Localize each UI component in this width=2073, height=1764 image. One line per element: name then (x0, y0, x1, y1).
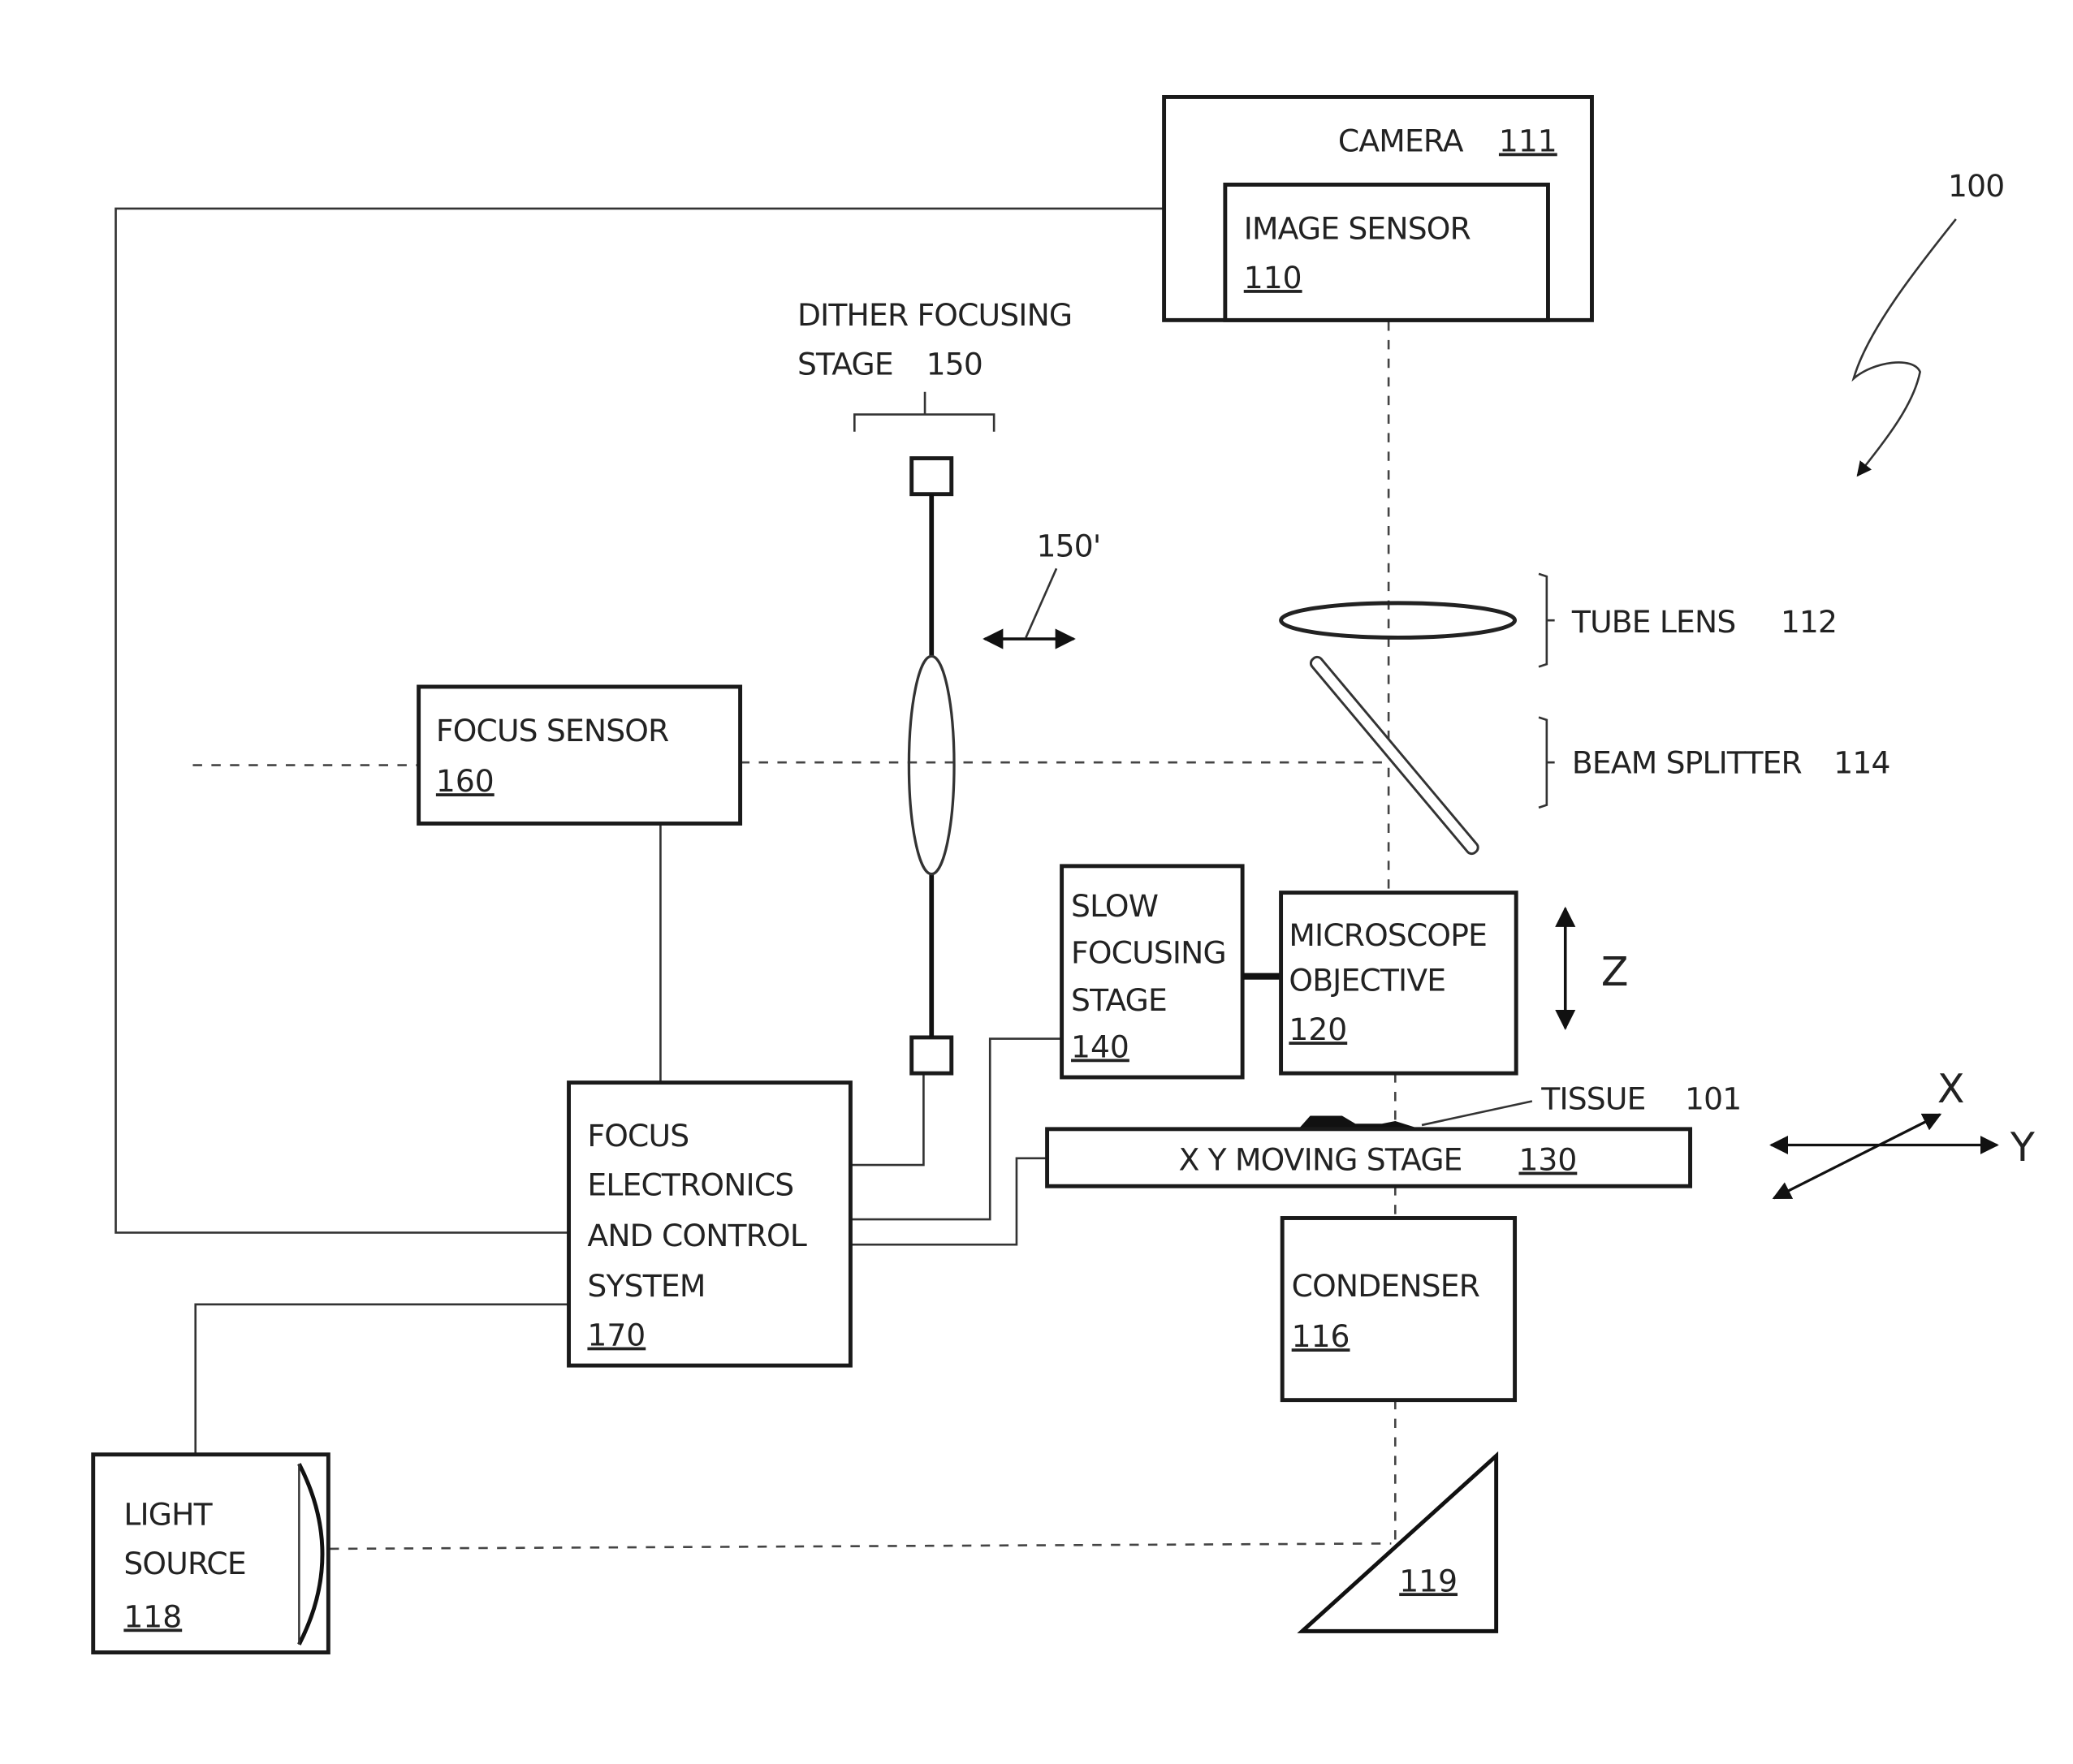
slow-stage-ref: 140 (1071, 1029, 1129, 1064)
camera-label: CAMERA (1338, 123, 1464, 159)
tube-lens-label: TUBE LENS (1571, 604, 1735, 640)
system-ref-leader (1851, 218, 1957, 477)
system-ref: 100 (1948, 168, 2004, 204)
dither-label-1: DITHER FOCUSING (797, 297, 1072, 333)
objective-ref: 120 (1289, 1011, 1347, 1047)
control-line3: AND CONTROL (587, 1218, 806, 1253)
dither-motion-ref: 150' (1037, 528, 1101, 564)
control-line2: ELECTRONICS (587, 1167, 793, 1203)
dither-bracket (853, 391, 995, 432)
tissue-ref: 101 (1685, 1080, 1741, 1116)
dither-ref: 150 (926, 346, 983, 382)
mirror-prism-icon (1297, 1451, 1499, 1633)
slow-stage-line1: SLOW (1071, 888, 1158, 924)
dither-top-mount (909, 456, 954, 497)
beam-splitter-ref: 114 (1833, 744, 1889, 780)
control-line1: FOCUS (587, 1118, 689, 1154)
z-axis-label: Z (1601, 948, 1629, 995)
control-ref: 170 (587, 1318, 646, 1353)
dither-lens (907, 654, 956, 876)
tissue-leader (1421, 1100, 1533, 1127)
tube-lens-icon (1279, 601, 1518, 640)
image-sensor-ref: 110 (1244, 260, 1302, 295)
condenser-box (1280, 1216, 1518, 1403)
objective-line1: MICROSCOPE (1289, 917, 1487, 953)
condenser-label: CONDENSER (1292, 1268, 1480, 1304)
tube-lens-bracket (1538, 572, 1555, 668)
focus-sensor-label: FOCUS SENSOR (436, 713, 669, 748)
beam-splitter-bracket (1538, 716, 1555, 809)
focus-sensor-ref: 160 (436, 763, 494, 799)
condenser-ref: 116 (1292, 1318, 1350, 1354)
wire-dither-control (850, 1073, 925, 1167)
camera-ref: 111 (1499, 123, 1557, 159)
xy-stage-ref: 130 (1518, 1142, 1577, 1178)
light-source-line2: SOURCE (123, 1546, 245, 1581)
dither-label-2: STAGE (797, 346, 893, 382)
tissue-label: TISSUE (1540, 1080, 1645, 1116)
camera-box: CAMERA 111 IMAGE SENSOR 110 (1162, 94, 1594, 322)
patent-figure: CAMERA 111 IMAGE SENSOR 110 100 DITHER F… (0, 0, 2073, 1764)
diagram-svg: CAMERA 111 IMAGE SENSOR 110 100 DITHER F… (91, 94, 2036, 1655)
control-line4: SYSTEM (587, 1268, 705, 1304)
xy-stage-label: X Y MOVING STAGE (1179, 1142, 1462, 1178)
image-sensor-label: IMAGE SENSOR (1244, 211, 1471, 247)
slow-stage-line3: STAGE (1071, 982, 1167, 1018)
y-axis-label: Y (2010, 1124, 2036, 1171)
mirror-ref: 119 (1399, 1563, 1458, 1598)
x-axis-label: X (1937, 1065, 1965, 1112)
wire-slow-stage-control (850, 1037, 1064, 1221)
wire-xy-stage-control (850, 1157, 1050, 1246)
tissue-icon (1299, 1115, 1417, 1128)
focus-sensor-box (417, 684, 743, 826)
objective-line2: OBJECTIVE (1289, 963, 1445, 998)
light-source-ref: 118 (123, 1598, 182, 1634)
slow-stage-line2: FOCUSING (1071, 934, 1226, 970)
x-axis-arrow (1772, 1113, 1942, 1200)
beam-splitter-label: BEAM SPLITTER (1572, 744, 1803, 780)
light-source-line1: LIGHT (123, 1496, 213, 1532)
dither-bottom-mount (909, 1035, 954, 1076)
optical-path-illumination (329, 1542, 1392, 1551)
beam-splitter-icon (1309, 655, 1479, 856)
wire-light-source-control (194, 1303, 569, 1455)
dither-motion-leader (1025, 567, 1058, 638)
tube-lens-ref: 112 (1781, 604, 1837, 640)
